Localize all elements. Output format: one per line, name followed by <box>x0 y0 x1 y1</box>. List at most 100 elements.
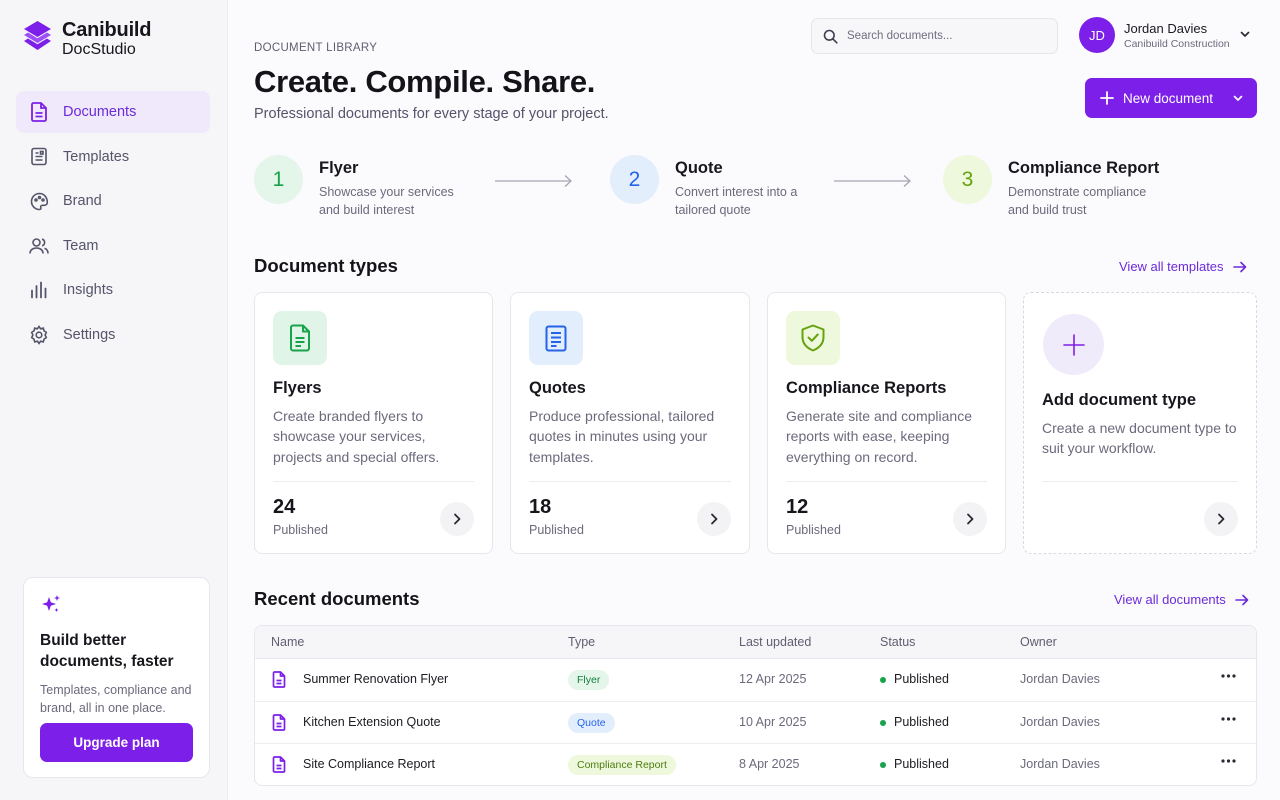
arrow-right-icon <box>1232 261 1246 272</box>
column-header-owner[interactable]: Owner <box>1020 635 1057 649</box>
recent-documents-table: Name Type Last updated Status Owner Summ… <box>254 625 1257 786</box>
type-badge: Quote <box>568 712 615 733</box>
page-eyebrow: DOCUMENT LIBRARY <box>254 42 378 54</box>
step-number: 2 <box>610 155 659 204</box>
column-header-type[interactable]: Type <box>568 635 595 649</box>
search-bar <box>811 18 1058 54</box>
document-types-title: Document types <box>254 255 398 276</box>
open-compliance-reports-button[interactable] <box>953 502 987 536</box>
table-row[interactable]: Site Compliance Report Compliance Report… <box>255 744 1256 785</box>
document-type-card-compliance-reports[interactable]: Compliance Reports Generate site and com… <box>767 292 1006 554</box>
arrow-right-icon <box>1234 594 1249 605</box>
add-document-type-card[interactable]: Add document type Create a new document … <box>1023 292 1257 554</box>
card-count-label: Published <box>786 523 841 537</box>
view-all-documents-link[interactable]: View all documents <box>1114 592 1249 607</box>
document-icon <box>272 671 286 688</box>
sidebar-nav: Documents Templates Brand Team Insights <box>16 91 210 358</box>
column-header-name[interactable]: Name <box>271 635 304 649</box>
link-label: View all templates <box>1119 259 1224 274</box>
step-title: Flyer <box>319 159 359 177</box>
chevron-down-icon <box>1240 31 1250 37</box>
last-updated: 12 Apr 2025 <box>739 672 807 686</box>
type-badge: Compliance Report <box>568 755 676 775</box>
owner: Jordan Davies <box>1020 672 1100 686</box>
sparkle-icon <box>42 595 60 612</box>
card-desc: Create branded flyers to showcase your s… <box>273 408 440 465</box>
status-dot <box>880 762 886 768</box>
add-document-type-button[interactable] <box>1204 502 1238 536</box>
upgrade-plan-button[interactable]: Upgrade plan <box>40 723 193 762</box>
plus-icon <box>1043 314 1104 375</box>
users-icon <box>28 235 50 257</box>
search-icon <box>823 29 838 44</box>
step-compliance-report: 3 Compliance Report Demonstrate complian… <box>943 155 1159 219</box>
table-row[interactable]: Summer Renovation Flyer Flyer 12 Apr 202… <box>255 659 1256 702</box>
more-icon[interactable] <box>1221 716 1236 721</box>
status-text: Published <box>894 757 949 771</box>
card-count: 24 <box>273 496 296 518</box>
step-desc: Showcase your services and build interes… <box>319 185 454 218</box>
document-name[interactable]: Site Compliance Report <box>303 757 435 771</box>
sidebar-item-label: Insights <box>63 282 113 298</box>
avatar: JD <box>1079 17 1115 53</box>
view-all-templates-link[interactable]: View all templates <box>1119 259 1247 274</box>
table-header: Name Type Last updated Status Owner <box>255 626 1256 659</box>
sidebar-item-insights[interactable]: Insights <box>16 269 210 311</box>
status-text: Published <box>894 714 949 729</box>
status-text: Published <box>894 672 949 686</box>
sidebar-item-settings[interactable]: Settings <box>16 314 210 356</box>
logo[interactable]: Canibuild DocStudio <box>23 19 152 58</box>
chevron-right-icon <box>1218 513 1225 525</box>
open-quotes-button[interactable] <box>697 502 731 536</box>
plus-icon <box>1100 91 1114 105</box>
document-name[interactable]: Summer Renovation Flyer <box>303 672 448 686</box>
step-number: 1 <box>254 155 303 204</box>
sidebar-item-templates[interactable]: Templates <box>16 136 210 178</box>
sidebar: Canibuild DocStudio Documents Templates … <box>0 0 228 800</box>
table-row[interactable]: Kitchen Extension Quote Quote 10 Apr 202… <box>255 702 1256 744</box>
chevron-right-icon <box>967 513 974 525</box>
step-title: Compliance Report <box>1008 159 1160 177</box>
user-company: Canibuild Construction <box>1124 37 1230 50</box>
card-count: 18 <box>529 496 552 518</box>
chevron-down-icon <box>1233 95 1243 101</box>
step-title: Quote <box>675 159 723 177</box>
last-updated: 8 Apr 2025 <box>739 757 800 771</box>
column-header-status[interactable]: Status <box>880 635 915 649</box>
more-icon[interactable] <box>1221 759 1236 763</box>
sidebar-item-label: Settings <box>63 326 116 343</box>
document-icon <box>272 756 286 773</box>
owner: Jordan Davies <box>1020 757 1100 771</box>
chevron-right-icon <box>711 513 718 525</box>
quote-icon <box>529 311 583 365</box>
sidebar-item-label: Brand <box>63 193 102 209</box>
product-name: DocStudio <box>62 41 136 58</box>
document-name[interactable]: Kitchen Extension Quote <box>303 715 441 729</box>
bar-chart-icon <box>28 279 50 301</box>
step-desc: Convert interest into a tailored quote <box>675 185 798 218</box>
template-icon <box>28 146 50 168</box>
document-type-card-flyers[interactable]: Flyers Create branded flyers to showcase… <box>254 292 493 554</box>
sidebar-item-label: Team <box>63 237 99 254</box>
search-input[interactable] <box>847 30 1037 42</box>
page-subtitle: Professional documents for every stage o… <box>254 106 609 122</box>
more-icon[interactable] <box>1221 674 1236 678</box>
divider <box>529 481 731 482</box>
app-name: Canibuild <box>62 19 152 41</box>
upgrade-title: Build better documents, faster <box>40 632 174 670</box>
document-type-card-quotes[interactable]: Quotes Produce professional, tailored qu… <box>510 292 750 554</box>
type-badge: Flyer <box>568 670 610 690</box>
new-document-button[interactable]: New document <box>1085 78 1257 118</box>
step-flyer: 1 Flyer Showcase your services and build… <box>254 155 469 219</box>
column-header-last-updated[interactable]: Last updated <box>739 635 811 649</box>
card-count-label: Published <box>273 523 328 537</box>
arrow-right-icon <box>495 175 572 187</box>
card-desc: Generate site and compliance reports wit… <box>786 408 972 465</box>
user-menu[interactable]: JD Jordan Davies Canibuild Construction <box>1079 17 1251 53</box>
page-title: Create. Compile. Share. <box>254 64 596 99</box>
document-icon <box>28 101 50 123</box>
sidebar-item-documents[interactable]: Documents <box>16 91 210 133</box>
sidebar-item-brand[interactable]: Brand <box>16 180 210 222</box>
open-flyers-button[interactable] <box>440 502 474 536</box>
sidebar-item-team[interactable]: Team <box>16 225 210 267</box>
